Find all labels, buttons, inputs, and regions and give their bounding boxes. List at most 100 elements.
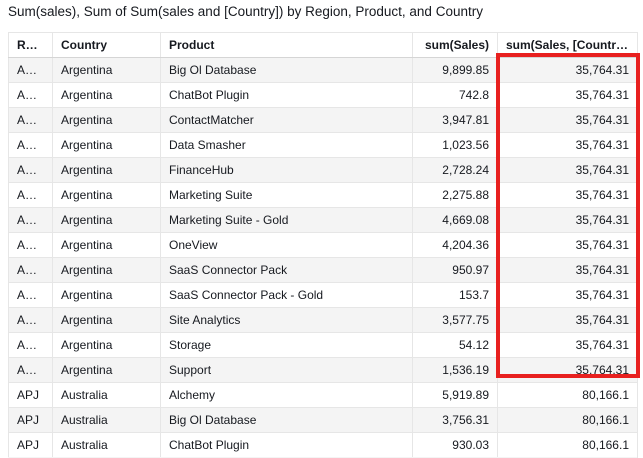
cell-product[interactable]: ChatBot Plugin: [161, 433, 413, 458]
cell-product[interactable]: Data Smasher: [161, 133, 413, 158]
column-header-region[interactable]: Regi…: [9, 33, 53, 58]
table-row: AMERArgentinaMarketing Suite - Gold4,669…: [9, 208, 638, 233]
cell-sum_sales[interactable]: 930.03: [413, 433, 498, 458]
cell-product[interactable]: ChatBot Plugin: [161, 83, 413, 108]
cell-country[interactable]: Argentina: [53, 58, 161, 83]
cell-region[interactable]: AMER: [9, 283, 53, 308]
column-header-sum_sales_country[interactable]: sum(Sales, [Country]): [498, 33, 638, 58]
cell-region[interactable]: AMER: [9, 58, 53, 83]
cell-country[interactable]: Argentina: [53, 308, 161, 333]
cell-product[interactable]: Marketing Suite - Gold: [161, 208, 413, 233]
cell-country[interactable]: Argentina: [53, 108, 161, 133]
cell-sum_sales_country[interactable]: 80,166.1: [498, 383, 638, 408]
cell-region[interactable]: AMER: [9, 308, 53, 333]
cell-country[interactable]: Argentina: [53, 233, 161, 258]
cell-country[interactable]: Argentina: [53, 133, 161, 158]
cell-sum_sales[interactable]: 4,669.08: [413, 208, 498, 233]
cell-sum_sales_country[interactable]: 35,764.31: [498, 158, 638, 183]
table-row: AMERArgentinaMarketing Suite2,275.8835,7…: [9, 183, 638, 208]
cell-product[interactable]: OneView: [161, 233, 413, 258]
column-header-sum_sales[interactable]: sum(Sales): [413, 33, 498, 58]
cell-sum_sales_country[interactable]: 35,764.31: [498, 58, 638, 83]
pivot-table: Regi…CountryProductsum(Sales)sum(Sales, …: [8, 32, 638, 458]
cell-country[interactable]: Argentina: [53, 283, 161, 308]
cell-country[interactable]: Australia: [53, 408, 161, 433]
cell-sum_sales[interactable]: 1,023.56: [413, 133, 498, 158]
cell-product[interactable]: Storage: [161, 333, 413, 358]
cell-product[interactable]: ContactMatcher: [161, 108, 413, 133]
cell-sum_sales_country[interactable]: 35,764.31: [498, 333, 638, 358]
cell-sum_sales_country[interactable]: 80,166.1: [498, 433, 638, 458]
table-header: Regi…CountryProductsum(Sales)sum(Sales, …: [9, 33, 638, 58]
column-header-country[interactable]: Country: [53, 33, 161, 58]
visual-title: Sum(sales), Sum of Sum(sales and [Countr…: [8, 4, 483, 19]
cell-region[interactable]: APJ: [9, 383, 53, 408]
cell-product[interactable]: Marketing Suite: [161, 183, 413, 208]
cell-sum_sales[interactable]: 3,577.75: [413, 308, 498, 333]
cell-region[interactable]: AMER: [9, 158, 53, 183]
cell-sum_sales_country[interactable]: 35,764.31: [498, 258, 638, 283]
cell-country[interactable]: Argentina: [53, 333, 161, 358]
cell-region[interactable]: AMER: [9, 133, 53, 158]
cell-product[interactable]: Big Ol Database: [161, 408, 413, 433]
cell-sum_sales[interactable]: 742.8: [413, 83, 498, 108]
cell-sum_sales_country[interactable]: 35,764.31: [498, 83, 638, 108]
cell-sum_sales_country[interactable]: 35,764.31: [498, 283, 638, 308]
cell-product[interactable]: Support: [161, 358, 413, 383]
cell-product[interactable]: SaaS Connector Pack: [161, 258, 413, 283]
table-row: AMERArgentinaContactMatcher3,947.8135,76…: [9, 108, 638, 133]
cell-region[interactable]: AMER: [9, 183, 53, 208]
cell-sum_sales[interactable]: 4,204.36: [413, 233, 498, 258]
cell-sum_sales[interactable]: 2,275.88: [413, 183, 498, 208]
table-row: AMERArgentinaStorage54.1235,764.31: [9, 333, 638, 358]
cell-country[interactable]: Argentina: [53, 83, 161, 108]
cell-sum_sales_country[interactable]: 35,764.31: [498, 108, 638, 133]
cell-sum_sales[interactable]: 5,919.89: [413, 383, 498, 408]
cell-country[interactable]: Argentina: [53, 183, 161, 208]
cell-sum_sales_country[interactable]: 35,764.31: [498, 183, 638, 208]
cell-sum_sales[interactable]: 3,756.31: [413, 408, 498, 433]
cell-sum_sales[interactable]: 1,536.19: [413, 358, 498, 383]
column-header-product[interactable]: Product: [161, 33, 413, 58]
cell-sum_sales_country[interactable]: 35,764.31: [498, 308, 638, 333]
cell-sum_sales_country[interactable]: 35,764.31: [498, 208, 638, 233]
cell-region[interactable]: AMER: [9, 83, 53, 108]
cell-region[interactable]: AMER: [9, 208, 53, 233]
cell-region[interactable]: AMER: [9, 333, 53, 358]
cell-country[interactable]: Argentina: [53, 158, 161, 183]
cell-region[interactable]: APJ: [9, 433, 53, 458]
cell-product[interactable]: Big Ol Database: [161, 58, 413, 83]
cell-sum_sales_country[interactable]: 35,764.31: [498, 358, 638, 383]
cell-sum_sales[interactable]: 9,899.85: [413, 58, 498, 83]
table-row: APJAustraliaChatBot Plugin930.0380,166.1: [9, 433, 638, 458]
cell-country[interactable]: Argentina: [53, 358, 161, 383]
cell-sum_sales_country[interactable]: 35,764.31: [498, 233, 638, 258]
cell-country[interactable]: Argentina: [53, 208, 161, 233]
cell-region[interactable]: AMER: [9, 233, 53, 258]
cell-sum_sales[interactable]: 54.12: [413, 333, 498, 358]
cell-sum_sales[interactable]: 950.97: [413, 258, 498, 283]
cell-product[interactable]: Alchemy: [161, 383, 413, 408]
cell-product[interactable]: FinanceHub: [161, 158, 413, 183]
cell-sum_sales[interactable]: 3,947.81: [413, 108, 498, 133]
table-row: AMERArgentinaOneView4,204.3635,764.31: [9, 233, 638, 258]
table-row: AMERArgentinaSite Analytics3,577.7535,76…: [9, 308, 638, 333]
cell-product[interactable]: Site Analytics: [161, 308, 413, 333]
cell-product[interactable]: SaaS Connector Pack - Gold: [161, 283, 413, 308]
cell-region[interactable]: AMER: [9, 358, 53, 383]
cell-region[interactable]: AMER: [9, 258, 53, 283]
cell-sum_sales_country[interactable]: 35,764.31: [498, 133, 638, 158]
table-body: AMERArgentinaBig Ol Database9,899.8535,7…: [9, 58, 638, 458]
cell-country[interactable]: Australia: [53, 433, 161, 458]
cell-country[interactable]: Australia: [53, 383, 161, 408]
table-row: AMERArgentinaChatBot Plugin742.835,764.3…: [9, 83, 638, 108]
table-row: AMERArgentinaSaaS Connector Pack - Gold1…: [9, 283, 638, 308]
table-visual: Sum(sales), Sum of Sum(sales and [Countr…: [0, 0, 643, 458]
cell-sum_sales[interactable]: 153.7: [413, 283, 498, 308]
table-row: AMERArgentinaBig Ol Database9,899.8535,7…: [9, 58, 638, 83]
cell-sum_sales_country[interactable]: 80,166.1: [498, 408, 638, 433]
cell-region[interactable]: AMER: [9, 108, 53, 133]
cell-region[interactable]: APJ: [9, 408, 53, 433]
cell-country[interactable]: Argentina: [53, 258, 161, 283]
cell-sum_sales[interactable]: 2,728.24: [413, 158, 498, 183]
